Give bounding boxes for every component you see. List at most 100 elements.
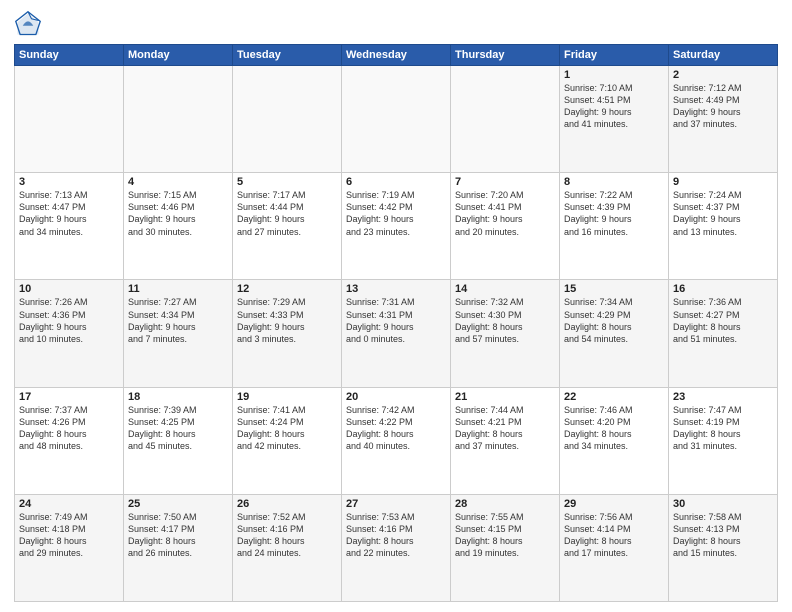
day-number: 1 <box>564 69 664 81</box>
calendar-cell: 13Sunrise: 7:31 AM Sunset: 4:31 PM Dayli… <box>342 280 451 387</box>
weekday-header-monday: Monday <box>124 45 233 66</box>
day-number: 23 <box>673 391 773 403</box>
day-info: Sunrise: 7:37 AM Sunset: 4:26 PM Dayligh… <box>19 404 119 453</box>
weekday-header-tuesday: Tuesday <box>233 45 342 66</box>
calendar-cell: 25Sunrise: 7:50 AM Sunset: 4:17 PM Dayli… <box>124 494 233 601</box>
day-number: 29 <box>564 498 664 510</box>
day-info: Sunrise: 7:52 AM Sunset: 4:16 PM Dayligh… <box>237 511 337 560</box>
calendar-week-3: 10Sunrise: 7:26 AM Sunset: 4:36 PM Dayli… <box>15 280 778 387</box>
day-info: Sunrise: 7:19 AM Sunset: 4:42 PM Dayligh… <box>346 189 446 238</box>
calendar-cell: 22Sunrise: 7:46 AM Sunset: 4:20 PM Dayli… <box>560 387 669 494</box>
calendar-cell: 30Sunrise: 7:58 AM Sunset: 4:13 PM Dayli… <box>669 494 778 601</box>
calendar-cell: 29Sunrise: 7:56 AM Sunset: 4:14 PM Dayli… <box>560 494 669 601</box>
calendar-cell: 28Sunrise: 7:55 AM Sunset: 4:15 PM Dayli… <box>451 494 560 601</box>
day-info: Sunrise: 7:56 AM Sunset: 4:14 PM Dayligh… <box>564 511 664 560</box>
day-info: Sunrise: 7:24 AM Sunset: 4:37 PM Dayligh… <box>673 189 773 238</box>
calendar-cell: 21Sunrise: 7:44 AM Sunset: 4:21 PM Dayli… <box>451 387 560 494</box>
day-number: 16 <box>673 283 773 295</box>
calendar-cell: 19Sunrise: 7:41 AM Sunset: 4:24 PM Dayli… <box>233 387 342 494</box>
calendar-week-4: 17Sunrise: 7:37 AM Sunset: 4:26 PM Dayli… <box>15 387 778 494</box>
calendar-cell: 15Sunrise: 7:34 AM Sunset: 4:29 PM Dayli… <box>560 280 669 387</box>
day-number: 26 <box>237 498 337 510</box>
calendar-cell: 27Sunrise: 7:53 AM Sunset: 4:16 PM Dayli… <box>342 494 451 601</box>
day-number: 3 <box>19 176 119 188</box>
header <box>14 10 778 38</box>
day-number: 20 <box>346 391 446 403</box>
day-info: Sunrise: 7:55 AM Sunset: 4:15 PM Dayligh… <box>455 511 555 560</box>
logo <box>14 10 46 38</box>
day-info: Sunrise: 7:31 AM Sunset: 4:31 PM Dayligh… <box>346 296 446 345</box>
day-number: 24 <box>19 498 119 510</box>
day-info: Sunrise: 7:49 AM Sunset: 4:18 PM Dayligh… <box>19 511 119 560</box>
calendar-cell <box>451 66 560 173</box>
day-number: 6 <box>346 176 446 188</box>
weekday-header-friday: Friday <box>560 45 669 66</box>
calendar-week-2: 3Sunrise: 7:13 AM Sunset: 4:47 PM Daylig… <box>15 173 778 280</box>
day-info: Sunrise: 7:32 AM Sunset: 4:30 PM Dayligh… <box>455 296 555 345</box>
day-info: Sunrise: 7:15 AM Sunset: 4:46 PM Dayligh… <box>128 189 228 238</box>
calendar-cell: 6Sunrise: 7:19 AM Sunset: 4:42 PM Daylig… <box>342 173 451 280</box>
day-number: 21 <box>455 391 555 403</box>
calendar-week-1: 1Sunrise: 7:10 AM Sunset: 4:51 PM Daylig… <box>15 66 778 173</box>
day-info: Sunrise: 7:39 AM Sunset: 4:25 PM Dayligh… <box>128 404 228 453</box>
day-number: 7 <box>455 176 555 188</box>
day-number: 17 <box>19 391 119 403</box>
day-number: 5 <box>237 176 337 188</box>
day-number: 9 <box>673 176 773 188</box>
weekday-header-wednesday: Wednesday <box>342 45 451 66</box>
day-info: Sunrise: 7:58 AM Sunset: 4:13 PM Dayligh… <box>673 511 773 560</box>
day-number: 19 <box>237 391 337 403</box>
day-info: Sunrise: 7:41 AM Sunset: 4:24 PM Dayligh… <box>237 404 337 453</box>
calendar-cell: 18Sunrise: 7:39 AM Sunset: 4:25 PM Dayli… <box>124 387 233 494</box>
day-info: Sunrise: 7:22 AM Sunset: 4:39 PM Dayligh… <box>564 189 664 238</box>
day-number: 25 <box>128 498 228 510</box>
calendar-cell: 24Sunrise: 7:49 AM Sunset: 4:18 PM Dayli… <box>15 494 124 601</box>
day-info: Sunrise: 7:17 AM Sunset: 4:44 PM Dayligh… <box>237 189 337 238</box>
day-number: 14 <box>455 283 555 295</box>
calendar-cell: 14Sunrise: 7:32 AM Sunset: 4:30 PM Dayli… <box>451 280 560 387</box>
day-info: Sunrise: 7:47 AM Sunset: 4:19 PM Dayligh… <box>673 404 773 453</box>
day-info: Sunrise: 7:42 AM Sunset: 4:22 PM Dayligh… <box>346 404 446 453</box>
calendar-cell: 2Sunrise: 7:12 AM Sunset: 4:49 PM Daylig… <box>669 66 778 173</box>
logo-icon <box>14 10 42 38</box>
weekday-header-thursday: Thursday <box>451 45 560 66</box>
calendar-cell: 20Sunrise: 7:42 AM Sunset: 4:22 PM Dayli… <box>342 387 451 494</box>
day-info: Sunrise: 7:12 AM Sunset: 4:49 PM Dayligh… <box>673 82 773 131</box>
day-number: 11 <box>128 283 228 295</box>
calendar-cell <box>124 66 233 173</box>
calendar-cell: 1Sunrise: 7:10 AM Sunset: 4:51 PM Daylig… <box>560 66 669 173</box>
calendar-cell: 5Sunrise: 7:17 AM Sunset: 4:44 PM Daylig… <box>233 173 342 280</box>
day-number: 22 <box>564 391 664 403</box>
day-info: Sunrise: 7:46 AM Sunset: 4:20 PM Dayligh… <box>564 404 664 453</box>
calendar-cell: 12Sunrise: 7:29 AM Sunset: 4:33 PM Dayli… <box>233 280 342 387</box>
calendar-cell: 7Sunrise: 7:20 AM Sunset: 4:41 PM Daylig… <box>451 173 560 280</box>
weekday-header-sunday: Sunday <box>15 45 124 66</box>
day-number: 18 <box>128 391 228 403</box>
day-info: Sunrise: 7:44 AM Sunset: 4:21 PM Dayligh… <box>455 404 555 453</box>
day-info: Sunrise: 7:53 AM Sunset: 4:16 PM Dayligh… <box>346 511 446 560</box>
calendar-cell <box>233 66 342 173</box>
calendar-header-row: SundayMondayTuesdayWednesdayThursdayFrid… <box>15 45 778 66</box>
calendar-week-5: 24Sunrise: 7:49 AM Sunset: 4:18 PM Dayli… <box>15 494 778 601</box>
calendar-cell: 8Sunrise: 7:22 AM Sunset: 4:39 PM Daylig… <box>560 173 669 280</box>
calendar-cell <box>15 66 124 173</box>
day-info: Sunrise: 7:34 AM Sunset: 4:29 PM Dayligh… <box>564 296 664 345</box>
calendar-cell: 3Sunrise: 7:13 AM Sunset: 4:47 PM Daylig… <box>15 173 124 280</box>
weekday-header-saturday: Saturday <box>669 45 778 66</box>
day-number: 13 <box>346 283 446 295</box>
calendar-cell <box>342 66 451 173</box>
day-number: 15 <box>564 283 664 295</box>
day-info: Sunrise: 7:13 AM Sunset: 4:47 PM Dayligh… <box>19 189 119 238</box>
day-number: 2 <box>673 69 773 81</box>
calendar-table: SundayMondayTuesdayWednesdayThursdayFrid… <box>14 44 778 602</box>
page: SundayMondayTuesdayWednesdayThursdayFrid… <box>0 0 792 612</box>
calendar-cell: 9Sunrise: 7:24 AM Sunset: 4:37 PM Daylig… <box>669 173 778 280</box>
day-number: 27 <box>346 498 446 510</box>
calendar-cell: 10Sunrise: 7:26 AM Sunset: 4:36 PM Dayli… <box>15 280 124 387</box>
day-info: Sunrise: 7:27 AM Sunset: 4:34 PM Dayligh… <box>128 296 228 345</box>
day-number: 30 <box>673 498 773 510</box>
calendar-cell: 4Sunrise: 7:15 AM Sunset: 4:46 PM Daylig… <box>124 173 233 280</box>
calendar-cell: 26Sunrise: 7:52 AM Sunset: 4:16 PM Dayli… <box>233 494 342 601</box>
day-number: 8 <box>564 176 664 188</box>
calendar-cell: 11Sunrise: 7:27 AM Sunset: 4:34 PM Dayli… <box>124 280 233 387</box>
